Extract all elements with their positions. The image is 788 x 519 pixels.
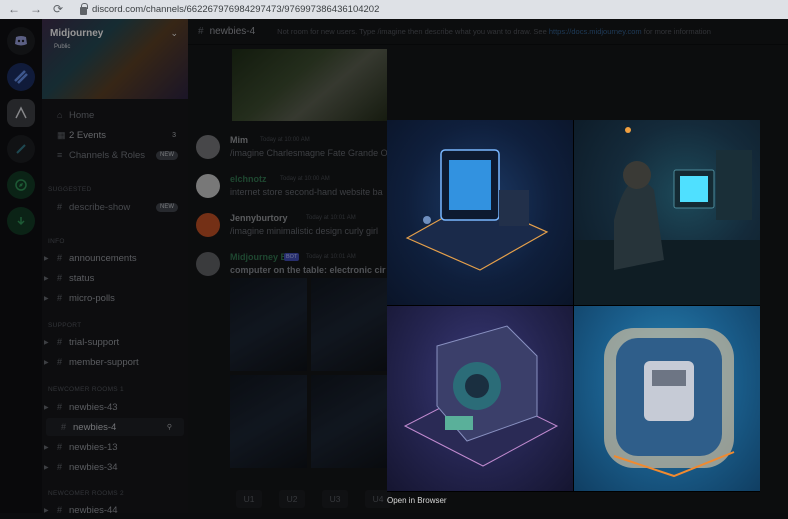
lock-icon [80,2,88,15]
address-bar[interactable]: discord.com/channels/662267976984297473/… [80,2,380,15]
image-viewer[interactable] [387,120,760,492]
generated-image-4 [574,306,760,491]
back-arrow-icon[interactable]: ← [8,0,20,19]
url-text: discord.com/channels/662267976984297473/… [92,4,380,15]
generated-image-2 [574,120,760,305]
forward-arrow-icon[interactable]: → [30,0,42,19]
open-in-browser-link[interactable]: Open in Browser [387,496,447,505]
generated-image-3 [387,306,573,491]
browser-toolbar: ← → ⟳ discord.com/channels/6622679769842… [0,0,788,19]
generated-image-1 [387,120,573,305]
reload-icon[interactable]: ⟳ [52,0,64,19]
